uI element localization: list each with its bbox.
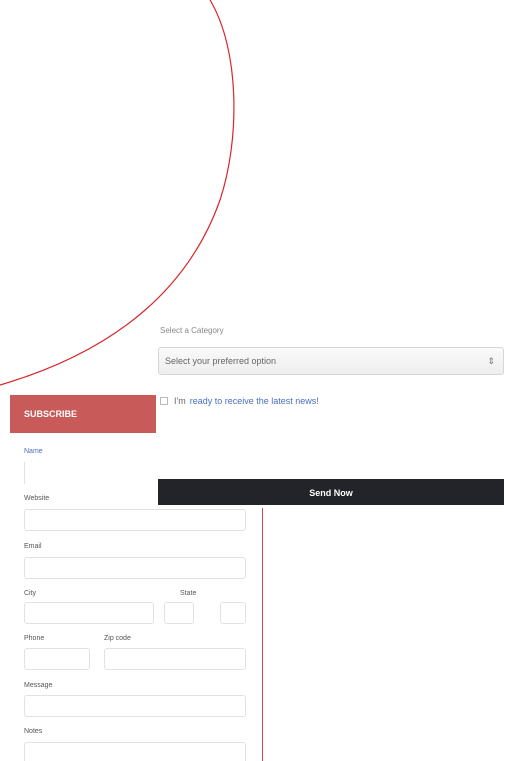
city-field[interactable] — [24, 602, 154, 624]
phone-field[interactable] — [24, 648, 90, 670]
send-now-button[interactable]: Send Now — [158, 479, 504, 505]
email-label: Email — [24, 543, 42, 550]
state-field-2[interactable] — [220, 602, 246, 624]
category-form: Select a Category Select your preferred … — [156, 318, 506, 508]
email-field[interactable] — [24, 557, 246, 579]
phone-label: Phone — [24, 635, 45, 642]
notes-field[interactable] — [24, 742, 246, 761]
website-label: Website — [24, 495, 50, 502]
zip-label: Zip code — [104, 635, 131, 642]
name-label: Name — [24, 448, 43, 455]
select-arrow-icon: ⇕ — [487, 356, 495, 366]
newsletter-checkbox-row[interactable]: I'm ready to receive the latest news! — [160, 396, 319, 406]
zip-field[interactable] — [104, 648, 246, 670]
name-field[interactable] — [24, 462, 26, 484]
state-label: State — [180, 590, 197, 597]
select-value: Select your preferred option — [165, 356, 277, 366]
checkbox-label-prefix: I'm — [174, 396, 186, 406]
checkbox-label-text: ready to receive the latest news! — [189, 396, 319, 406]
website-field[interactable] — [24, 509, 246, 531]
notes-label: Notes — [24, 728, 43, 735]
category-select[interactable]: Select your preferred option ⇕ — [158, 347, 504, 375]
select-label: Select a Category — [160, 326, 224, 335]
message-label: Message — [24, 682, 53, 689]
state-field[interactable] — [164, 602, 194, 624]
page: SUBSCRIBE Name Website Email City State … — [0, 0, 506, 761]
newsletter-checkbox[interactable] — [160, 397, 168, 405]
message-field[interactable] — [24, 695, 246, 717]
city-label: City — [24, 590, 37, 597]
